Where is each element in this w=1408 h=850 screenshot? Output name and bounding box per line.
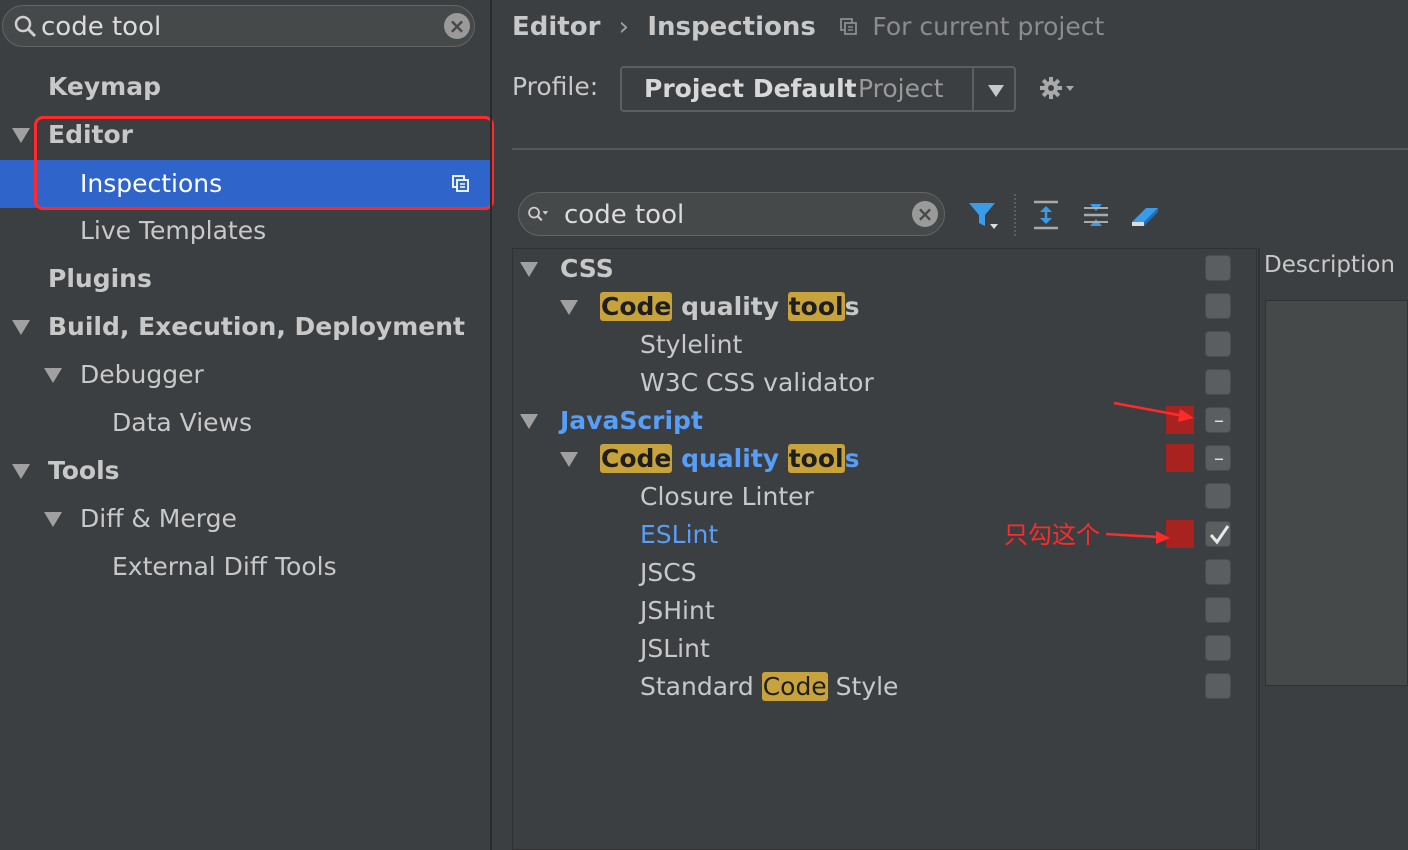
breadcrumb-scope: For current project xyxy=(872,12,1105,41)
settings-search-input[interactable]: code tool xyxy=(41,12,161,42)
annotation-highlight-box xyxy=(34,116,494,210)
search-icon xyxy=(14,15,37,38)
collapse-all-icon[interactable] xyxy=(1079,198,1113,232)
inspection-search-input[interactable]: code tool xyxy=(564,200,684,230)
checkbox-eslint[interactable] xyxy=(1205,521,1231,547)
checkbox-javascript[interactable]: – xyxy=(1205,407,1231,433)
sidebar-item-build-execution-deployment[interactable]: Build, Execution, Deployment xyxy=(48,303,465,351)
annotation-note: 只勾这个 xyxy=(1004,521,1100,549)
checkbox-w3c-css-validator[interactable] xyxy=(1205,369,1231,395)
profile-dropdown[interactable]: Project Default Project xyxy=(620,66,1016,112)
annotation-arrow xyxy=(1113,401,1194,422)
expand-all-icon[interactable] xyxy=(1029,198,1063,232)
project-scope-icon xyxy=(840,18,858,35)
checkbox-jscs[interactable] xyxy=(1205,559,1231,585)
expand-arrow-icon[interactable] xyxy=(520,414,538,429)
breadcrumb-editor[interactable]: Editor xyxy=(512,12,600,42)
sidebar-item-data-views[interactable]: Data Views xyxy=(112,399,252,447)
settings-search-field[interactable]: code tool × xyxy=(2,5,475,47)
filter-icon[interactable] xyxy=(966,198,1000,232)
checkbox-jslint[interactable] xyxy=(1205,635,1231,661)
checkbox-js-code-quality-tools[interactable]: – xyxy=(1205,445,1231,471)
chevron-down-icon[interactable] xyxy=(988,85,1004,97)
clear-search-icon[interactable]: × xyxy=(912,201,938,227)
dropdown-separator xyxy=(972,68,974,110)
description-label: Description xyxy=(1264,252,1395,278)
description-content xyxy=(1265,300,1408,686)
gear-icon[interactable] xyxy=(1038,75,1080,101)
settings-sidebar: code tool × Keymap Editor Inspections Li… xyxy=(0,0,494,850)
reset-eraser-icon[interactable] xyxy=(1128,198,1162,232)
breadcrumb-separator: › xyxy=(618,12,630,42)
checkbox-jshint[interactable] xyxy=(1205,597,1231,623)
expand-arrow-icon[interactable] xyxy=(12,464,30,479)
partial-check-icon: – xyxy=(1214,408,1224,432)
annotation-arrow xyxy=(1105,531,1170,544)
sidebar-item-live-templates[interactable]: Live Templates xyxy=(80,207,266,255)
inspection-tree xyxy=(512,248,1257,850)
checkbox-css[interactable] xyxy=(1205,255,1231,281)
expand-arrow-icon[interactable] xyxy=(44,512,62,527)
sidebar-item-external-diff-tools[interactable]: External Diff Tools xyxy=(112,543,337,591)
checkbox-standard-code-style[interactable] xyxy=(1205,673,1231,699)
inspection-search-field[interactable]: code tool × xyxy=(518,192,945,236)
sidebar-item-debugger[interactable]: Debugger xyxy=(80,351,204,399)
expand-arrow-icon[interactable] xyxy=(44,368,62,383)
horizontal-separator xyxy=(512,148,1408,150)
search-history-icon[interactable] xyxy=(527,202,551,226)
expand-arrow-icon[interactable] xyxy=(12,128,30,143)
clear-search-icon[interactable]: × xyxy=(444,13,470,39)
expand-arrow-icon[interactable] xyxy=(560,300,578,315)
breadcrumb: Editor › Inspections For current project xyxy=(512,8,1104,46)
sidebar-item-plugins[interactable]: Plugins xyxy=(48,255,152,303)
profile-name: Project Default xyxy=(644,74,857,103)
tree-node-standard-code-style[interactable]: Standard Code Style xyxy=(640,663,898,711)
sidebar-item-tools[interactable]: Tools xyxy=(48,447,120,495)
toolbar-separator xyxy=(1014,194,1018,236)
profile-scope: Project xyxy=(858,74,944,103)
expand-arrow-icon[interactable] xyxy=(560,452,578,467)
partial-check-icon: – xyxy=(1214,446,1224,470)
profile-label: Profile: xyxy=(512,72,599,101)
sidebar-divider xyxy=(490,0,492,850)
breadcrumb-inspections: Inspections xyxy=(647,12,816,42)
sidebar-item-diff-merge[interactable]: Diff & Merge xyxy=(80,495,237,543)
expand-arrow-icon[interactable] xyxy=(12,320,30,335)
expand-arrow-icon[interactable] xyxy=(520,262,538,277)
checkbox-closure-linter[interactable] xyxy=(1205,483,1231,509)
sidebar-item-keymap[interactable]: Keymap xyxy=(48,63,161,111)
error-severity-marker xyxy=(1166,444,1194,472)
checkmark-icon xyxy=(1209,525,1230,545)
checkbox-stylelint[interactable] xyxy=(1205,331,1231,357)
checkbox-css-code-quality-tools[interactable] xyxy=(1205,293,1231,319)
